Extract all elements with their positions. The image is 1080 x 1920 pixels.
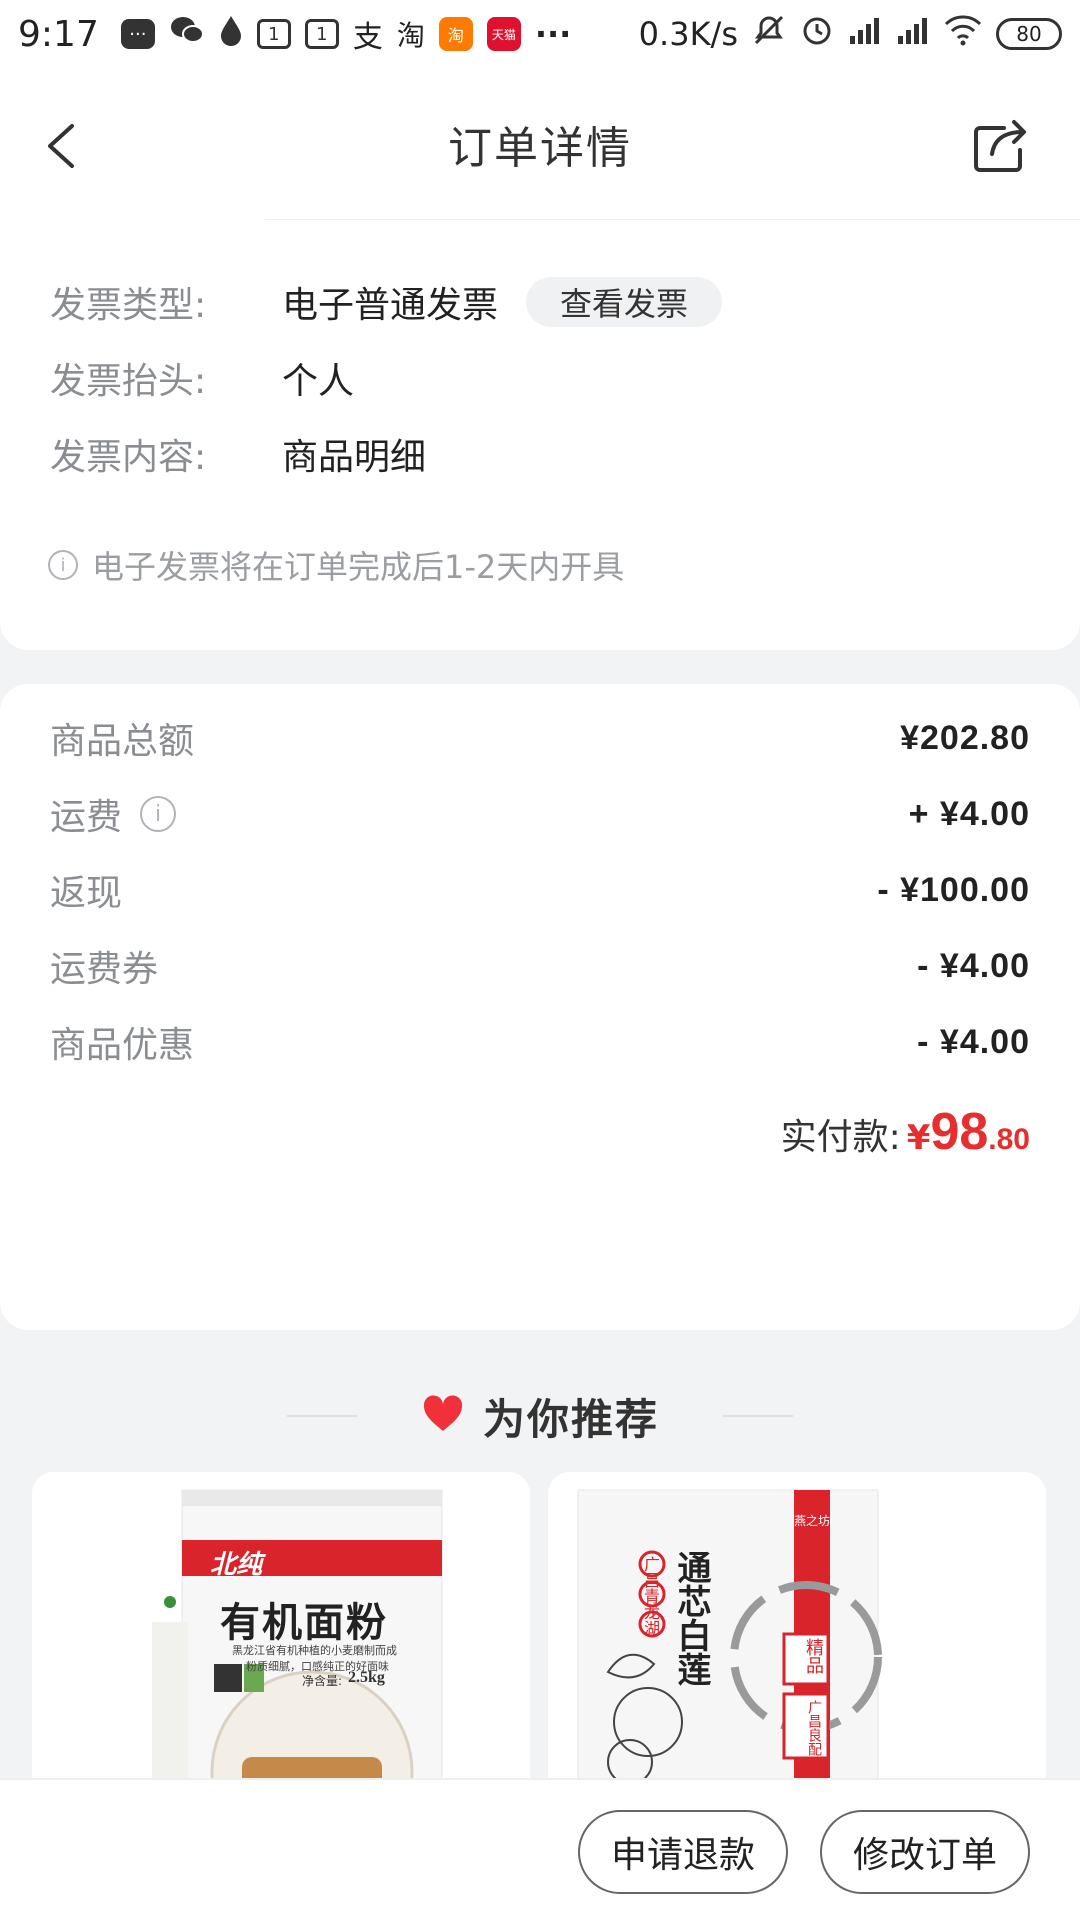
product-weight-label: 净含量: bbox=[302, 1674, 343, 1688]
apply-refund-button[interactable]: 申请退款 bbox=[578, 1810, 788, 1894]
back-button[interactable] bbox=[36, 104, 96, 184]
status-time: 9:17 bbox=[18, 13, 99, 55]
product-card-lotus-seed[interactable]: 燕之坊 通芯白莲 广昌青龙湖 精品 广昌良配 bbox=[548, 1472, 1046, 1802]
paid-amount-decimal: .80 bbox=[988, 1123, 1030, 1156]
page-title: 订单详情 bbox=[448, 123, 632, 174]
modify-order-button[interactable]: 修改订单 bbox=[820, 1810, 1030, 1894]
paid-amount-row: 实付款: ¥ 98 .80 bbox=[781, 1102, 1030, 1162]
calendar-icon: 1 bbox=[256, 19, 291, 49]
wechat-icon bbox=[169, 14, 205, 55]
alarm-icon bbox=[800, 13, 834, 55]
fee-label: 商品优惠 bbox=[50, 1025, 195, 1066]
invoice-type-value: 电子普通发票 bbox=[282, 285, 499, 326]
calendar-icon: 1 bbox=[304, 19, 339, 49]
paid-label: 实付款: bbox=[780, 1117, 901, 1158]
fee-value: - ¥4.00 bbox=[917, 946, 1030, 985]
fee-row: 商品总额 ¥202.80 bbox=[50, 708, 1030, 768]
fee-label: 运费券 bbox=[50, 949, 159, 990]
recommend-title: 为你推荐 bbox=[482, 1394, 659, 1444]
product-brand: 北纯 bbox=[210, 1550, 263, 1580]
message-icon: ··· bbox=[120, 19, 155, 49]
drop-icon bbox=[219, 14, 243, 55]
heart-icon bbox=[421, 1394, 465, 1438]
fee-label-text: 运费 bbox=[50, 797, 123, 838]
invoice-header-row: 发票抬头: 个人 bbox=[50, 348, 354, 408]
invoice-type-label: 发票类型: bbox=[50, 285, 207, 326]
tmall-app-icon: 天猫 bbox=[486, 17, 521, 51]
bottom-action-bar: 申请退款 修改订单 bbox=[0, 1778, 1080, 1920]
invoice-card: 发票类型: 电子普通发票 查看发票 发票抬头: 个人 发票内容: 商品明细 i … bbox=[0, 220, 1080, 650]
product-stamp: 精品 bbox=[803, 1638, 824, 1674]
fee-value: - ¥100.00 bbox=[877, 870, 1030, 909]
fee-summary-card: 商品总额 ¥202.80 运费 i + ¥4.00 返现 - ¥100.00 运… bbox=[0, 684, 1080, 1330]
divider-line bbox=[286, 1415, 357, 1417]
invoice-content-row: 发票内容: 商品明细 bbox=[50, 424, 426, 484]
product-badge: 广昌良配 bbox=[806, 1700, 822, 1756]
paid-amount-integer: 98 bbox=[930, 1103, 989, 1161]
recommend-header: 为你推荐 bbox=[0, 1386, 1080, 1446]
alipay-icon: 支 bbox=[352, 20, 383, 55]
view-invoice-button[interactable]: 查看发票 bbox=[526, 277, 723, 327]
info-icon[interactable]: i bbox=[140, 796, 177, 832]
fee-label: 返现 bbox=[50, 873, 123, 914]
product-brand: 燕之坊 bbox=[793, 1514, 830, 1528]
fee-label: 商品总额 bbox=[50, 721, 195, 762]
info-icon: i bbox=[48, 550, 78, 580]
mute-icon bbox=[752, 13, 786, 55]
fee-value: - ¥4.00 bbox=[917, 1022, 1030, 1061]
wifi-icon bbox=[944, 14, 982, 54]
invoice-content-value: 商品明细 bbox=[282, 437, 427, 478]
more-dots: ··· bbox=[534, 15, 572, 53]
fee-value: + ¥4.00 bbox=[908, 794, 1030, 833]
divider-line bbox=[723, 1415, 793, 1417]
paid-currency: ¥ bbox=[906, 1118, 931, 1158]
invoice-header-label: 发票抬头: bbox=[50, 361, 207, 402]
signal-icon bbox=[848, 14, 882, 54]
product-side-text: 广昌青龙湖 bbox=[641, 1556, 660, 1636]
fee-value: ¥202.80 bbox=[900, 718, 1030, 757]
invoice-content-label: 发票内容: bbox=[50, 437, 207, 478]
product-card-flour[interactable]: 北纯 有机面粉 黑龙江省有机种植的小麦磨制而成 粉质细腻，口感纯正的好面味 净含… bbox=[32, 1472, 530, 1802]
fee-row: 返现 - ¥100.00 bbox=[50, 860, 1030, 920]
product-tagline: 黑龙江省有机种植的小麦磨制而成 bbox=[232, 1644, 397, 1657]
shipping-fee-label: 运费 i bbox=[50, 788, 177, 840]
product-name: 通芯白莲 bbox=[671, 1550, 711, 1686]
product-name: 有机面粉 bbox=[220, 1600, 388, 1646]
invoice-header-value: 个人 bbox=[282, 361, 355, 402]
signal-icon bbox=[896, 14, 930, 54]
invoice-note-text: 电子发票将在订单完成后1-2天内开具 bbox=[92, 548, 625, 586]
share-icon[interactable] bbox=[966, 104, 1036, 184]
product-weight: 2.5kg bbox=[348, 1669, 385, 1686]
invoice-type-row: 发票类型: 电子普通发票 查看发票 bbox=[50, 272, 723, 332]
taobao-icon: 淘 bbox=[396, 19, 425, 52]
taobao-app-icon: 淘 bbox=[438, 17, 473, 51]
fee-row: 运费 i + ¥4.00 bbox=[50, 784, 1030, 844]
invoice-note: i 电子发票将在订单完成后1-2天内开具 bbox=[48, 542, 624, 588]
fee-row: 商品优惠 - ¥4.00 bbox=[50, 1012, 1030, 1072]
status-bar: 9:17 ··· 1 1 支 淘 淘 天猫 ··· 0.3K/s 80 bbox=[0, 0, 1080, 68]
battery-indicator: 80 bbox=[996, 18, 1062, 50]
page-header: 订单详情 bbox=[0, 68, 1080, 220]
network-speed: 0.3K/s bbox=[638, 15, 738, 53]
fee-row: 运费券 - ¥4.00 bbox=[50, 936, 1030, 996]
